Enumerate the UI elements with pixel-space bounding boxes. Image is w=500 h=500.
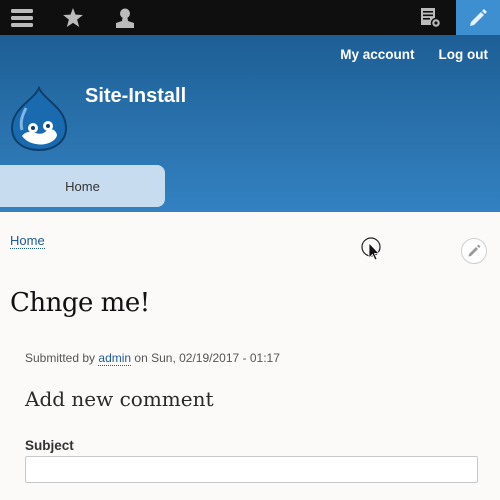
star-icon[interactable]: [52, 0, 94, 35]
nav-home-tab[interactable]: Home: [0, 165, 165, 207]
pencil-icon[interactable]: [456, 0, 500, 35]
submitted-info: Submitted by admin on Sun, 02/19/2017 - …: [25, 351, 280, 366]
admin-toolbar: [0, 0, 500, 35]
site-header: My account Log out Site-Install Home: [0, 35, 500, 212]
tasks-icon[interactable]: [410, 0, 452, 35]
site-name[interactable]: Site-Install: [85, 85, 186, 108]
page-title: Chnge me!: [10, 288, 150, 318]
contextual-edit-button[interactable]: [461, 238, 487, 264]
subject-label: Subject: [25, 438, 74, 453]
hamburger-icon[interactable]: [0, 0, 44, 35]
my-account-link[interactable]: My account: [340, 47, 414, 62]
mouse-cursor: [360, 237, 384, 267]
secondary-menu: My account Log out: [340, 47, 488, 62]
log-out-link[interactable]: Log out: [439, 47, 488, 62]
drupal-logo[interactable]: [8, 85, 70, 152]
submitted-prefix: Submitted by: [25, 351, 96, 365]
author-link[interactable]: admin: [98, 351, 132, 366]
submitted-date: on Sun, 02/19/2017 - 01:17: [134, 351, 280, 365]
comment-form-heading: Add new comment: [25, 387, 214, 411]
pencil-icon: [468, 244, 481, 257]
subject-input[interactable]: [25, 456, 478, 483]
breadcrumb-home-link[interactable]: Home: [10, 234, 45, 249]
user-icon[interactable]: [104, 0, 146, 35]
